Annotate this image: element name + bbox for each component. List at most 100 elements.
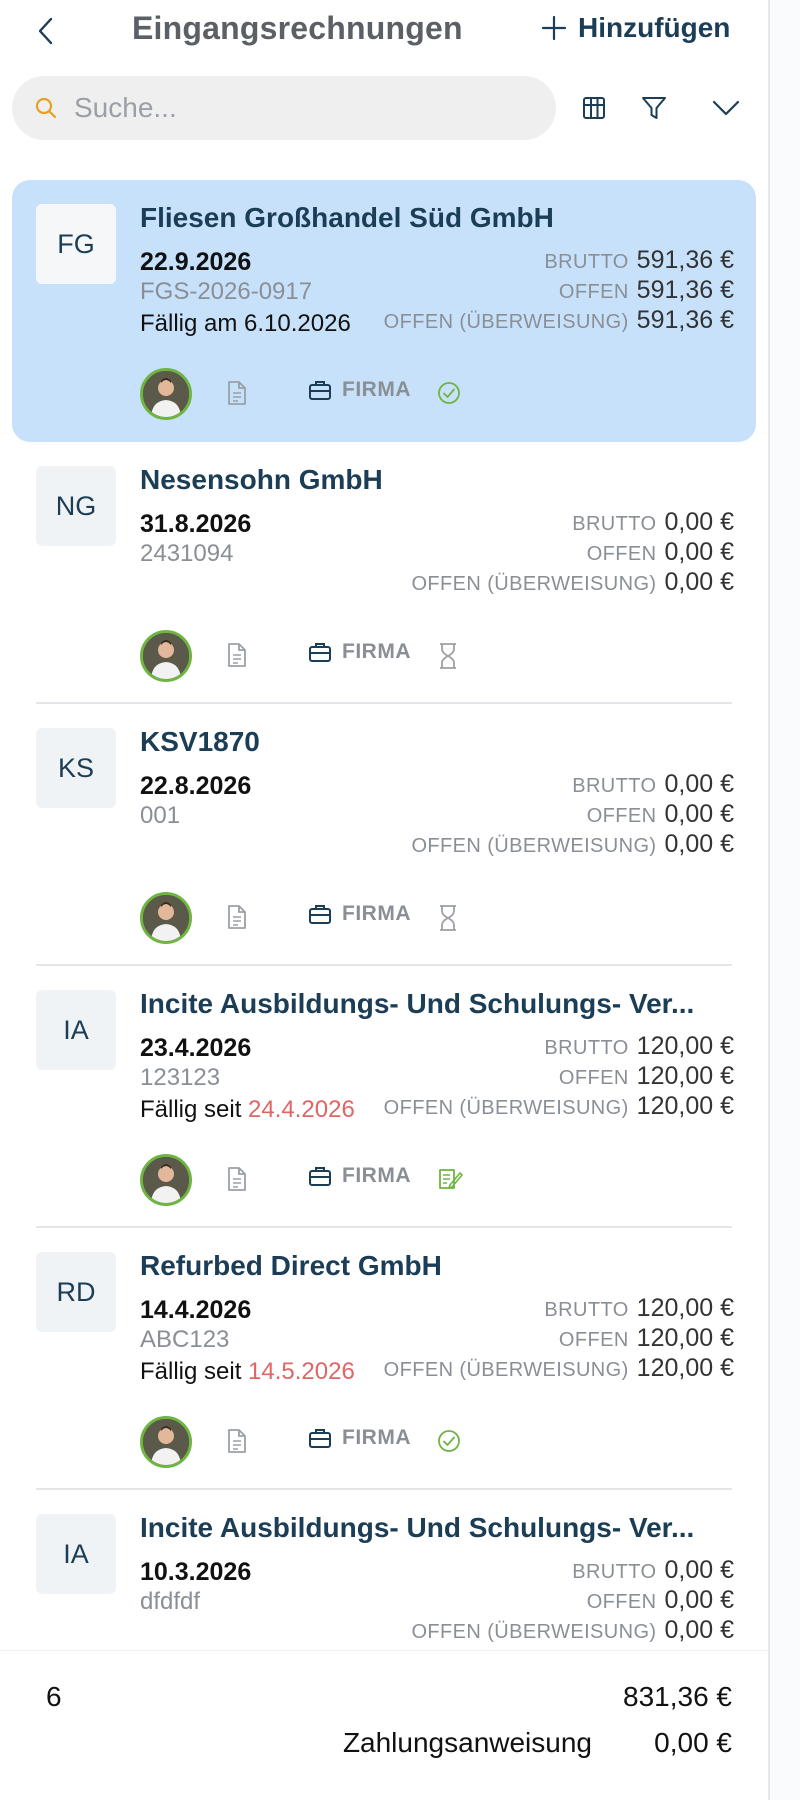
brutto-row: BRUTTO 120,00 € bbox=[384, 1294, 734, 1324]
document-icon[interactable] bbox=[226, 1166, 248, 1197]
hourglass-icon bbox=[440, 643, 456, 669]
vendor-initials-text: FG bbox=[57, 228, 95, 259]
offen-ueberweisung-label: OFFEN (ÜBERWEISUNG) bbox=[383, 1359, 629, 1381]
brutto-value: 120,00 € bbox=[636, 1294, 734, 1322]
assignee-avatar[interactable] bbox=[140, 630, 192, 682]
brutto-row: BRUTTO 120,00 € bbox=[384, 1032, 734, 1062]
add-button[interactable]: Hinzufügen bbox=[540, 12, 730, 44]
briefcase-icon bbox=[309, 381, 331, 400]
amounts: BRUTTO 0,00 € OFFEN 0,00 € OFFEN (ÜBERWEIS… bbox=[411, 1556, 734, 1646]
vendor-initials: IA bbox=[36, 990, 116, 1070]
briefcase-icon bbox=[309, 1429, 331, 1448]
vendor-initials: FG bbox=[36, 204, 116, 284]
vendor-name: Fliesen Großhandel Süd GmbH bbox=[140, 202, 554, 233]
brutto-label: BRUTTO bbox=[544, 251, 629, 273]
back-button[interactable] bbox=[30, 14, 60, 48]
chevron-left-icon bbox=[38, 17, 53, 45]
firma-tag: FIRMA bbox=[308, 1164, 411, 1188]
due-info: Fällig seit 24.4.2026 bbox=[140, 1096, 355, 1124]
filter-funnel-icon bbox=[642, 97, 666, 119]
firma-tag: FIRMA bbox=[308, 640, 411, 664]
offen-value: 120,00 € bbox=[636, 1062, 734, 1090]
vendor-initials-text: KS bbox=[57, 752, 95, 783]
expand-button[interactable] bbox=[706, 88, 746, 128]
firma-label: FIRMA bbox=[342, 902, 411, 925]
vendor-initials-text: RD bbox=[56, 1276, 96, 1307]
invoice-card[interactable]: FG Fliesen Großhandel Süd GmbH 22.9.2026… bbox=[12, 180, 756, 442]
invoice-date: 10.3.2026 bbox=[140, 1558, 252, 1586]
invoice-card[interactable]: IA Incite Ausbildungs- Und Schulungs- Ve… bbox=[12, 1490, 756, 1650]
search-input[interactable] bbox=[74, 92, 494, 124]
firma-label: FIRMA bbox=[342, 1426, 411, 1449]
assignee-avatar[interactable] bbox=[140, 1154, 192, 1206]
vendor-name: KSV1870 bbox=[140, 726, 260, 757]
invoice-number: ABC123 bbox=[140, 1326, 230, 1353]
status-indicator bbox=[436, 380, 462, 411]
offen-label: OFFEN bbox=[558, 1067, 629, 1089]
offen-value: 591,36 € bbox=[636, 276, 734, 304]
vendor-initials: RD bbox=[36, 1252, 116, 1332]
table-view-button[interactable] bbox=[574, 88, 614, 128]
person-photo-icon bbox=[143, 371, 189, 417]
assignee-avatar[interactable] bbox=[140, 1416, 192, 1468]
offen-ueberweisung-label: OFFEN (ÜBERWEISUNG) bbox=[411, 835, 657, 857]
summary-footer: 6 831,36 € Zahlungsanweisung 0,00 € bbox=[0, 1650, 768, 1800]
offen-label: OFFEN bbox=[586, 1591, 657, 1613]
offen-ueberweisung-label: OFFEN (ÜBERWEISUNG) bbox=[383, 311, 629, 333]
offen-value: 120,00 € bbox=[636, 1324, 734, 1352]
invoice-meta: FIRMA bbox=[140, 368, 740, 420]
firma-tag: FIRMA bbox=[308, 1426, 411, 1450]
brutto-label: BRUTTO bbox=[572, 1561, 657, 1583]
zahlungsanweisung-label: Zahlungsanweisung bbox=[342, 1727, 592, 1758]
offen-ueberweisung-row: OFFEN (ÜBERWEISUNG) 0,00 € bbox=[411, 1616, 734, 1646]
status-indicator bbox=[436, 1428, 462, 1459]
offen-row: OFFEN 0,00 € bbox=[411, 538, 734, 568]
invoice-number: 2431094 bbox=[140, 540, 234, 567]
search-box[interactable] bbox=[12, 76, 556, 140]
invoice-meta: FIRMA bbox=[140, 1154, 740, 1206]
scrollbar[interactable] bbox=[768, 0, 800, 1800]
invoice-card[interactable]: RD Refurbed Direct GmbH 14.4.2026 ABC123… bbox=[12, 1228, 756, 1490]
vendor-name: Incite Ausbildungs- Und Schulungs- Ver..… bbox=[140, 988, 695, 1019]
invoice-card[interactable]: KS KSV1870 22.8.2026 001 BRUTTO 0,00 € OF… bbox=[12, 704, 756, 966]
filter-button[interactable] bbox=[634, 88, 674, 128]
due-info: Fällig am 6.10.2026 bbox=[140, 310, 351, 338]
status-indicator bbox=[436, 642, 460, 675]
invoice-date: 22.9.2026 bbox=[140, 248, 252, 276]
document-icon[interactable] bbox=[226, 1428, 248, 1459]
briefcase-icon bbox=[309, 1167, 331, 1186]
offen-ueberweisung-row: OFFEN (ÜBERWEISUNG) 0,00 € bbox=[411, 568, 734, 598]
status-indicator bbox=[436, 1166, 464, 1197]
status-indicator bbox=[436, 904, 460, 937]
invoice-list: FG Fliesen Großhandel Süd GmbH 22.9.2026… bbox=[0, 180, 768, 1650]
assignee-avatar[interactable] bbox=[140, 368, 192, 420]
offen-row: OFFEN 0,00 € bbox=[411, 1586, 734, 1616]
vendor-initials-text: IA bbox=[63, 1014, 89, 1045]
brutto-row: BRUTTO 0,00 € bbox=[411, 770, 734, 800]
offen-ueberweisung-row: OFFEN (ÜBERWEISUNG) 0,00 € bbox=[411, 830, 734, 860]
vendor-name: Refurbed Direct GmbH bbox=[140, 1250, 442, 1281]
table-grid-icon bbox=[583, 97, 605, 119]
invoice-card[interactable]: NG Nesensohn GmbH 31.8.2026 2431094 BRUT… bbox=[12, 442, 756, 704]
document-icon[interactable] bbox=[226, 642, 248, 673]
invoice-card[interactable]: IA Incite Ausbildungs- Und Schulungs- Ve… bbox=[12, 966, 756, 1228]
offen-ueberweisung-label: OFFEN (ÜBERWEISUNG) bbox=[411, 1621, 657, 1643]
header: Eingangsrechnungen Hinzufügen bbox=[0, 0, 768, 62]
due-date: 14.5.2026 bbox=[248, 1358, 355, 1385]
document-icon[interactable] bbox=[226, 380, 248, 411]
brutto-row: BRUTTO 591,36 € bbox=[384, 246, 734, 276]
invoice-meta: FIRMA bbox=[140, 892, 740, 944]
invoice-date: 31.8.2026 bbox=[140, 510, 252, 538]
amounts: BRUTTO 120,00 € OFFEN 120,00 € OFFEN (ÜBER… bbox=[384, 1294, 734, 1384]
firma-tag: FIRMA bbox=[308, 902, 411, 926]
assignee-avatar[interactable] bbox=[140, 892, 192, 944]
person-photo-icon bbox=[143, 895, 189, 941]
brutto-value: 120,00 € bbox=[636, 1032, 734, 1060]
offen-ueberweisung-value: 591,36 € bbox=[636, 306, 734, 334]
vendor-initials-text: NG bbox=[55, 490, 97, 521]
firma-tag: FIRMA bbox=[308, 378, 411, 402]
vendor-initials: IA bbox=[36, 1514, 116, 1594]
offen-row: OFFEN 120,00 € bbox=[384, 1324, 734, 1354]
invoice-number: 123123 bbox=[140, 1064, 221, 1091]
document-icon[interactable] bbox=[226, 904, 248, 935]
